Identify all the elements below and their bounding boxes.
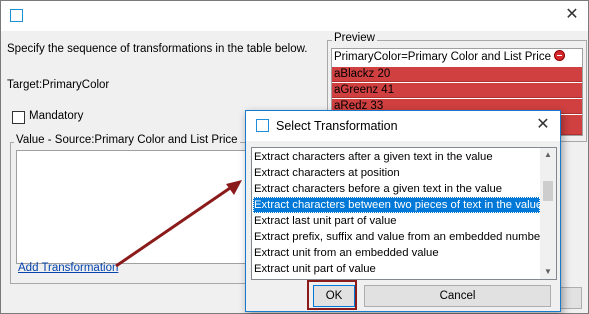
dialog-title: Select Transformation: [276, 119, 398, 133]
list-item[interactable]: Extract characters before a given text i…: [253, 181, 540, 197]
scroll-down-icon[interactable]: ▼: [540, 265, 556, 279]
scroll-up-icon[interactable]: ▲: [540, 148, 556, 162]
transformation-list[interactable]: Extract characters after a given text in…: [251, 147, 557, 280]
list-item-selected[interactable]: Extract characters between two pieces of…: [253, 197, 542, 213]
scroll-thumb[interactable]: [543, 181, 553, 201]
list-item[interactable]: Extract characters at position: [253, 165, 540, 181]
select-transformation-dialog: Select Transformation ✕ Extract characte…: [245, 110, 561, 312]
list-item[interactable]: Extract prefix, suffix and value from an…: [253, 229, 544, 245]
ok-button[interactable]: OK: [313, 285, 355, 307]
vertical-scrollbar[interactable]: ▲ ▼: [540, 148, 556, 279]
close-icon[interactable]: ✕: [535, 116, 551, 134]
app-icon: [256, 119, 269, 132]
dialog-title-bar: Select Transformation ✕: [246, 111, 560, 141]
list-item[interactable]: Extract unit part of value: [253, 261, 540, 277]
list-item[interactable]: Extract characters after a given text in…: [253, 149, 540, 165]
list-item[interactable]: Extract last unit part of value: [253, 213, 540, 229]
list-item[interactable]: Extract unit from an embedded value: [253, 245, 540, 261]
cancel-button[interactable]: Cancel: [364, 285, 551, 307]
